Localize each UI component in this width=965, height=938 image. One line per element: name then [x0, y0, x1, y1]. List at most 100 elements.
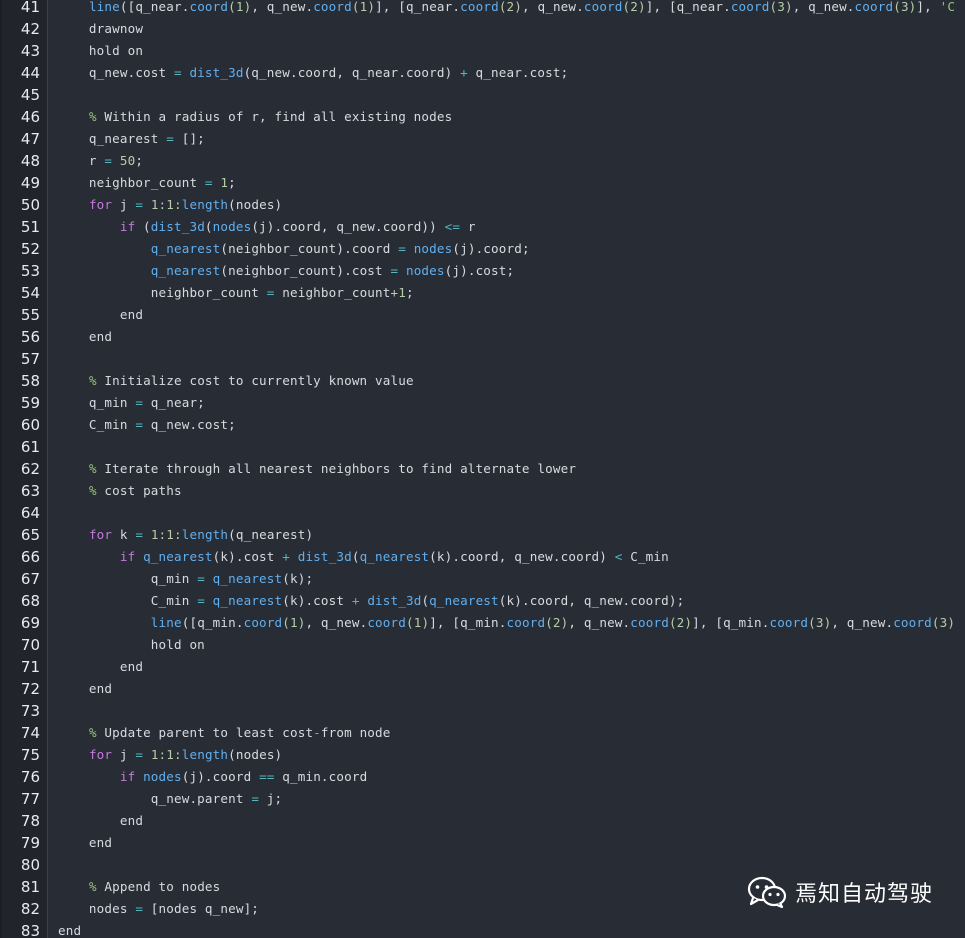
code-token: coord	[730, 0, 770, 14]
code-token: , q_new.	[831, 615, 894, 630]
code-line[interactable]: 54 neighbor_count = neighbor_count+1;	[2, 282, 965, 304]
code-text: q_new.cost = dist_3d(q_new.coord, q_near…	[58, 62, 568, 84]
code-text: end	[58, 810, 143, 832]
code-line[interactable]: 43 hold on	[2, 40, 965, 62]
code-line[interactable]: 67 q_min = q_nearest(k);	[2, 568, 965, 590]
code-token: q_nearest	[150, 263, 221, 278]
line-number: 76	[20, 768, 40, 786]
code-token: (	[421, 593, 430, 608]
code-line[interactable]: 72 end	[2, 678, 965, 700]
code-line[interactable]: 49 neighbor_count = 1;	[2, 172, 965, 194]
code-token: (k).cost	[282, 593, 352, 608]
code-token: from node	[320, 725, 391, 740]
code-token: coord	[367, 615, 406, 630]
code-line[interactable]: 45	[2, 84, 965, 106]
code-line[interactable]: 44 q_new.cost = dist_3d(q_new.coord, q_n…	[2, 62, 965, 84]
line-number: 47	[20, 130, 40, 148]
code-line[interactable]: 63 % cost paths	[2, 480, 965, 502]
code-token: 1	[220, 175, 229, 190]
code-token: (j).coord, q_new.coord))	[251, 219, 445, 234]
line-number: 82	[20, 900, 40, 918]
code-text: C_min = q_new.cost;	[58, 414, 236, 436]
line-number: 41	[20, 0, 40, 16]
code-line[interactable]: 60 C_min = q_new.cost;	[2, 414, 965, 436]
code-area[interactable]: 41 line([q_near.coord(1), q_new.coord(1)…	[2, 0, 965, 938]
code-line[interactable]: 74 % Update parent to least cost-from no…	[2, 722, 965, 744]
code-token: (q_nearest)	[228, 527, 314, 542]
code-line[interactable]: 51 if (dist_3d(nodes(j).coord, q_new.coo…	[2, 216, 965, 238]
code-line[interactable]: 80	[2, 854, 965, 876]
code-token: end	[58, 923, 82, 938]
code-line[interactable]: 42 drawnow	[2, 18, 965, 40]
code-text: q_min = q_nearest(k);	[58, 568, 313, 590]
code-token: (	[351, 549, 360, 564]
code-line[interactable]: 66 if q_nearest(k).cost + dist_3d(q_near…	[2, 546, 965, 568]
code-line[interactable]: 75 for j = 1:1:length(nodes)	[2, 744, 965, 766]
code-line[interactable]: 48 r = 50;	[2, 150, 965, 172]
code-token: , q_new.	[522, 0, 584, 14]
code-token: coord	[189, 0, 229, 14]
code-token: neighbor_count	[58, 285, 267, 300]
code-text: q_nearest = [];	[58, 128, 205, 150]
code-line[interactable]: 56 end	[2, 326, 965, 348]
code-text: end	[58, 678, 112, 700]
code-token: Initialize cost to currently known value	[96, 373, 414, 388]
line-number: 57	[20, 350, 40, 368]
code-line[interactable]: 78 end	[2, 810, 965, 832]
code-token: (k).coord, q_new.coord)	[429, 549, 615, 564]
code-line[interactable]: 47 q_nearest = [];	[2, 128, 965, 150]
line-number: 78	[20, 812, 40, 830]
code-token: ;	[405, 285, 414, 300]
code-line[interactable]: 58 % Initialize cost to currently known …	[2, 370, 965, 392]
code-line[interactable]: 76 if nodes(j).coord == q_min.coord	[2, 766, 965, 788]
line-number: 65	[20, 526, 40, 544]
code-line[interactable]: 65 for k = 1:1:length(q_nearest)	[2, 524, 965, 546]
code-line[interactable]: 50 for j = 1:1:length(nodes)	[2, 194, 965, 216]
code-token: length	[181, 527, 229, 542]
code-token: 50	[119, 153, 136, 168]
code-line[interactable]: 61	[2, 436, 965, 458]
code-line[interactable]: 57	[2, 348, 965, 370]
code-line[interactable]: 52 q_nearest(neighbor_count).coord = nod…	[2, 238, 965, 260]
line-number: 67	[20, 570, 40, 588]
code-line[interactable]: 79 end	[2, 832, 965, 854]
code-line[interactable]: 69 line([q_min.coord(1), q_new.coord(1)]…	[2, 612, 965, 634]
code-line[interactable]: 59 q_min = q_near;	[2, 392, 965, 414]
code-token: =	[104, 153, 113, 168]
code-token: dist_3d	[189, 65, 244, 80]
code-line[interactable]: 83 end	[2, 920, 965, 938]
code-editor[interactable]: 41 line([q_near.coord(1), q_new.coord(1)…	[0, 0, 965, 938]
code-line[interactable]: 62 % Iterate through all nearest neighbo…	[2, 458, 965, 480]
line-number: 80	[20, 856, 40, 874]
code-token: length	[181, 747, 229, 762]
line-number: 46	[20, 108, 40, 126]
code-text: % cost paths	[58, 480, 182, 502]
code-text: nodes = [nodes q_new];	[58, 898, 259, 920]
code-text: end	[58, 656, 143, 678]
code-token: coord	[854, 0, 894, 14]
line-number: 42	[20, 20, 40, 38]
code-line[interactable]: 70 hold on	[2, 634, 965, 656]
code-text: q_min = q_near;	[58, 392, 205, 414]
code-token: Append to nodes	[96, 879, 221, 894]
code-token: %	[88, 879, 97, 894]
code-line[interactable]: 77 q_new.parent = j;	[2, 788, 965, 810]
code-line[interactable]: 68 C_min = q_nearest(k).cost + dist_3d(q…	[2, 590, 965, 612]
code-token: if	[119, 219, 136, 234]
code-line[interactable]: 46 % Within a radius of r, find all exis…	[2, 106, 965, 128]
code-token: nodes	[405, 263, 445, 278]
code-line[interactable]: 71 end	[2, 656, 965, 678]
code-line[interactable]: 53 q_nearest(neighbor_count).cost = node…	[2, 260, 965, 282]
code-line[interactable]: 73	[2, 700, 965, 722]
code-line[interactable]: 41 line([q_near.coord(1), q_new.coord(1)…	[2, 0, 965, 18]
code-line[interactable]: 55 end	[2, 304, 965, 326]
code-text: % Iterate through all nearest neighbors …	[58, 458, 576, 480]
code-line[interactable]: 64	[2, 502, 965, 524]
code-token: ;	[135, 153, 144, 168]
